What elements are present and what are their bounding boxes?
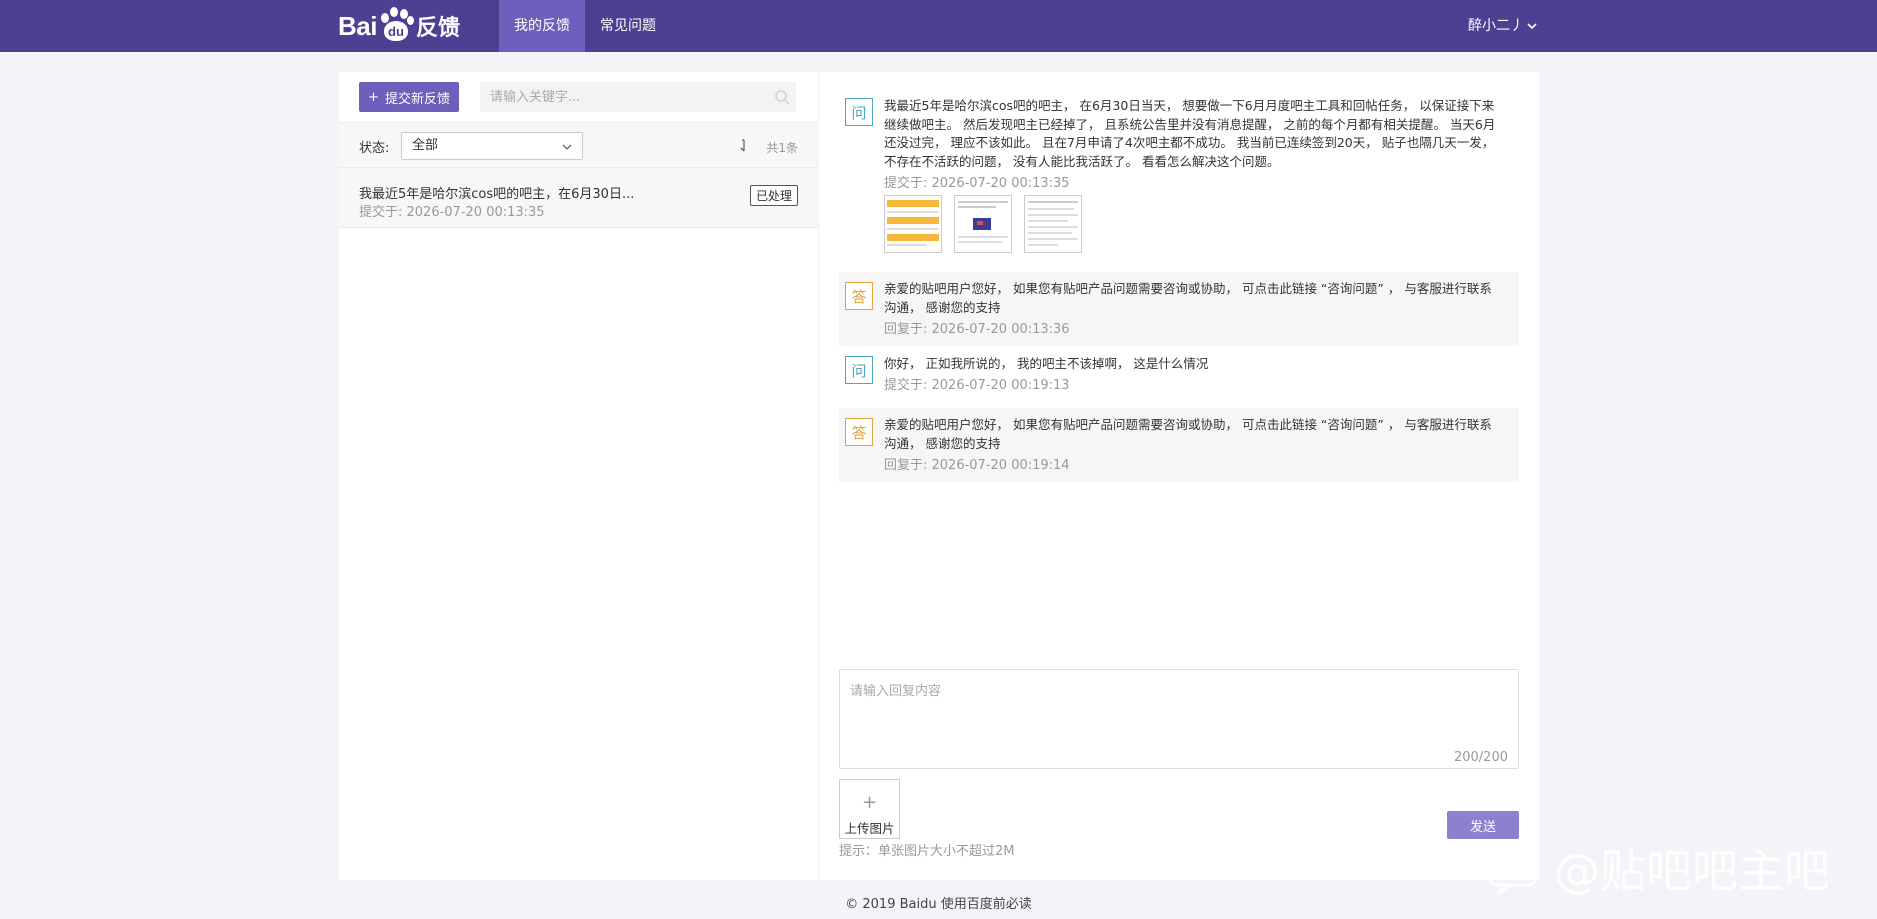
answer-tag: 答 <box>845 282 873 310</box>
upload-image-button[interactable]: + 上传图片 <box>839 779 900 839</box>
attached-image-thumbnail[interactable] <box>884 195 942 253</box>
message-text: 我最近5年是哈尔滨cos吧的吧主， 在6月30日当天， 想要做一下6月月度吧主工… <box>884 98 1496 169</box>
watermark-text: @贴吧吧主吧 <box>1554 844 1830 898</box>
logo-du-text: du <box>388 24 404 39</box>
answer-message: 答 亲爱的贴吧用户您好， 如果您有贴吧产品问题需要咨询或协助， 可点击此链接 “… <box>839 272 1519 346</box>
submit-button-label: 提交新反馈 <box>384 91 450 107</box>
logo-text: Bai <box>338 10 377 41</box>
question-message: 问 我最近5年是哈尔滨cos吧的吧主， 在6月30日当天， 想要做一下6月月度吧… <box>839 98 1519 253</box>
reply-box: 200/200 <box>839 669 1519 769</box>
user-menu[interactable]: 醉小二丿 <box>1468 0 1537 52</box>
baidu-feedback-logo[interactable]: Bai du 反馈 <box>338 6 460 46</box>
attached-image-thumbnail[interactable] <box>1024 195 1082 253</box>
plus-icon: + <box>861 792 878 813</box>
tab-faq[interactable]: 常见问题 <box>585 0 671 52</box>
message-text: 亲爱的贴吧用户您好， 如果您有贴吧产品问题需要咨询或协助， 可点击此链接 “咨询… <box>884 281 1492 315</box>
chevron-down-icon <box>562 144 572 150</box>
status-selected-value: 全部 <box>412 138 439 153</box>
search-input[interactable] <box>480 82 770 112</box>
reply-textarea[interactable] <box>840 670 1518 768</box>
filter-bar: 状态: 全部 共1条 <box>339 122 818 168</box>
answer-message: 答 亲爱的贴吧用户您好， 如果您有贴吧产品问题需要咨询或协助， 可点击此链接 “… <box>839 408 1519 482</box>
status-filter-label: 状态: <box>359 141 390 156</box>
chevron-down-icon <box>1527 23 1537 30</box>
watermark: @贴吧吧主吧 <box>1486 838 1830 898</box>
feedback-list-panel: + 提交新反馈 状态: 全部 共1条 我最近5年是哈尔滨cos吧的吧主，在6月3… <box>339 72 818 880</box>
question-tag: 问 <box>845 356 873 384</box>
logo-suffix: 反馈 <box>415 16 460 41</box>
upload-label: 上传图片 <box>844 821 895 836</box>
message-time: 提交于: 2026-07-20 00:13:35 <box>884 176 1070 191</box>
conversation-panel: 问 我最近5年是哈尔滨cos吧的吧主， 在6月30日当天， 想要做一下6月月度吧… <box>819 72 1539 880</box>
paw-icon: du <box>378 7 414 45</box>
message-time: 回复于: 2026-07-20 00:19:14 <box>884 458 1070 473</box>
search-box <box>480 82 796 112</box>
question-message: 问 你好， 正如我所说的， 我的吧主不该掉啊， 这是什么情况 提交于: 2026… <box>839 356 1519 404</box>
answer-tag: 答 <box>845 418 873 446</box>
feedback-list-item[interactable]: 我最近5年是哈尔滨cos吧的吧主，在6月30日... 提交于: 2026-07-… <box>339 168 818 228</box>
status-badge: 已处理 <box>749 185 798 206</box>
feedback-item-time: 提交于: 2026-07-20 00:13:35 <box>359 205 545 220</box>
char-counter: 200/200 <box>1453 750 1508 765</box>
search-icon[interactable] <box>774 89 790 105</box>
tab-my-feedback[interactable]: 我的反馈 <box>499 0 585 52</box>
result-count: 共1条 <box>766 141 798 155</box>
send-button[interactable]: 发送 <box>1447 811 1519 839</box>
submit-new-feedback-button[interactable]: + 提交新反馈 <box>359 82 459 112</box>
username: 醉小二丿 <box>1468 18 1524 34</box>
plus-icon: + <box>368 89 379 105</box>
message-text: 你好， 正如我所说的， 我的吧主不该掉啊， 这是什么情况 <box>884 356 1209 371</box>
message-time: 回复于: 2026-07-20 00:13:36 <box>884 322 1070 337</box>
message-time: 提交于: 2026-07-20 00:19:13 <box>884 378 1070 393</box>
feedback-item-title: 我最近5年是哈尔滨cos吧的吧主，在6月30日... <box>359 187 635 202</box>
status-select[interactable]: 全部 <box>401 132 583 160</box>
chat-bubble-icon <box>1487 845 1539 895</box>
upload-hint: 提示：单张图片大小不超过2M <box>839 844 1015 859</box>
top-navigation-bar: Bai du 反馈 我的反馈 常见问题 醉小二丿 <box>0 0 1877 52</box>
sort-icon[interactable] <box>739 139 749 153</box>
question-tag: 问 <box>845 98 873 126</box>
attached-image-thumbnail[interactable] <box>954 195 1012 253</box>
message-text: 亲爱的贴吧用户您好， 如果您有贴吧产品问题需要咨询或协助， 可点击此链接 “咨询… <box>884 417 1492 451</box>
